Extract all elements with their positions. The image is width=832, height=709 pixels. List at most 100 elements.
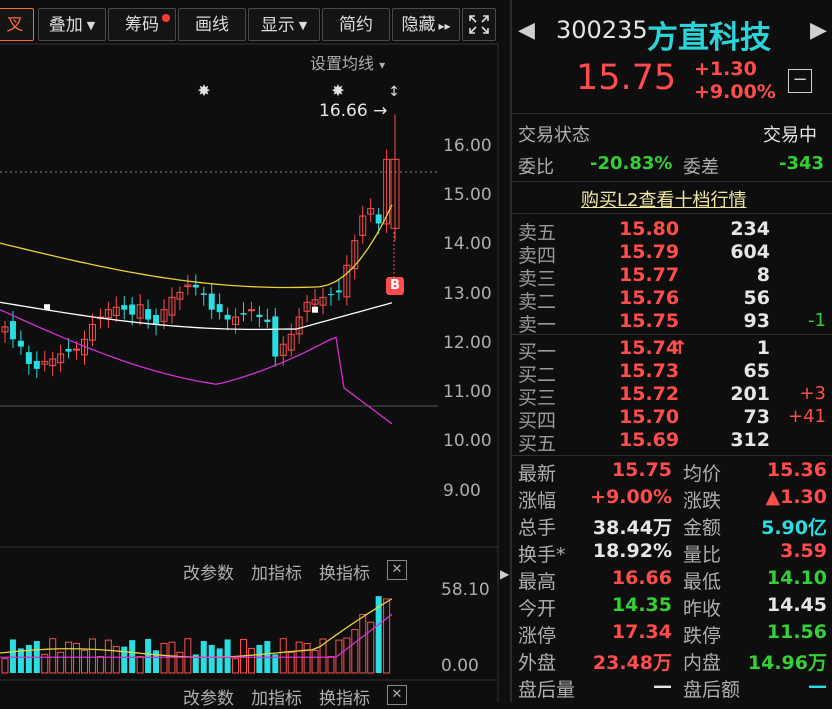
panel-collapse-handle[interactable]: ▶ (500, 560, 510, 588)
y-axis-tick: 9.00 (443, 481, 481, 501)
candle-body (200, 293, 207, 295)
volume-bar (145, 638, 152, 673)
close-icon: ✕ (391, 687, 403, 702)
switch-indicator-button-2[interactable]: 换指标 (319, 684, 370, 709)
buy-level-volume: 65 (743, 360, 770, 382)
boll-lower-line (0, 309, 393, 425)
next-stock-button[interactable]: ▶ (810, 18, 827, 43)
buy-signal-label: B (390, 278, 400, 293)
candle-body (17, 340, 24, 347)
switch-indicator-button[interactable]: 换指标 (319, 559, 370, 584)
kline-chart[interactable]: ✸ ✸ ↕ (0, 0, 512, 702)
status-label: 交易状态 (518, 125, 590, 146)
stat-value: 5.90亿 (761, 517, 827, 539)
candle-body (153, 314, 160, 325)
sell-level-change: -1 (808, 310, 826, 331)
buy-level-change: +41 (788, 406, 826, 427)
volume-bar (279, 638, 287, 674)
volume-bar (232, 658, 240, 674)
sell-level-volume: 93 (743, 310, 770, 332)
stat-label: 外盘 (518, 652, 557, 674)
candle-body (121, 305, 128, 310)
buy-level-price: 15.73 (619, 360, 680, 382)
stock-code: 300235 (556, 16, 648, 44)
volume-bar (104, 639, 112, 674)
ma-setting-label: 设置均线 (310, 54, 375, 73)
weicha-label: 委差 (683, 157, 719, 178)
stat-label: 量比 (683, 544, 722, 566)
candle-body (65, 348, 72, 352)
candle-body (33, 360, 40, 369)
volume-bar (343, 637, 351, 674)
volume-bar (160, 642, 168, 674)
candle-body (208, 293, 215, 310)
y-axis-tick: 10.00 (443, 431, 492, 451)
arrow-right-icon: → (373, 101, 388, 121)
weibi-value: -20.83% (590, 153, 673, 174)
stat-value: 14.35 (611, 594, 672, 616)
volume-bar (49, 638, 57, 674)
volume-bar (81, 649, 88, 674)
change-params-button[interactable]: 改参数 (183, 559, 234, 584)
stat-label: 总手 (518, 517, 557, 539)
prev-stock-button[interactable]: ◀ (518, 18, 535, 43)
volume-bar (287, 651, 295, 674)
stat-label: 内盘 (683, 652, 722, 674)
last-price: 15.75 (576, 58, 677, 98)
add-indicator-button-2[interactable]: 加指标 (251, 684, 302, 709)
stat-label: 盘后额 (683, 679, 741, 701)
volume-ma2-line (0, 613, 393, 658)
buy-level-price: 15.69 (619, 429, 680, 451)
minimize-button[interactable]: − (788, 69, 812, 93)
volume-ma-line (0, 598, 393, 658)
stat-value: 14.10 (766, 567, 827, 589)
stat-label: 换手* (518, 544, 566, 566)
ma-setting-button[interactable]: 设置均线 ▾ (310, 50, 385, 74)
sell-level-volume: 234 (730, 218, 770, 240)
candle-body (192, 284, 199, 288)
volume-bar (96, 656, 104, 674)
add-indicator-button[interactable]: 加指标 (251, 559, 302, 584)
stat-label: 涨停 (518, 625, 557, 647)
status-value: 交易中 (763, 125, 817, 146)
sell-level-price: 15.80 (619, 218, 680, 240)
change-params-button-2[interactable]: 改参数 (183, 684, 234, 709)
candle-body (335, 290, 342, 293)
close-indicator-button-2[interactable]: ✕ (387, 685, 407, 705)
buy-level-volume: 312 (730, 429, 770, 451)
buy-level-change: +3 (799, 383, 826, 404)
candle-body (73, 348, 81, 351)
stat-label: 跌停 (683, 625, 722, 647)
stat-label: 最高 (518, 571, 557, 593)
stat-value: — (653, 675, 672, 697)
stat-label: 均价 (683, 463, 722, 485)
volume-bar (25, 644, 32, 673)
volume-bar (17, 648, 24, 673)
high-price-marker: 16.66 → (319, 101, 387, 121)
chevron-right-icon: ▶ (500, 567, 510, 581)
candle-body (375, 214, 382, 224)
volume-bar (216, 648, 223, 673)
candle-body (9, 321, 16, 340)
buy-signal-badge[interactable]: B (386, 277, 404, 295)
stat-value: 16.66 (611, 567, 672, 589)
weicha-value: -343 (779, 153, 825, 174)
sell-level-volume: 56 (743, 287, 770, 309)
stat-value: 18.92% (592, 540, 672, 562)
volume-bar (303, 642, 311, 674)
volume-bar (129, 640, 136, 673)
stat-value: 17.34 (611, 621, 672, 643)
volume-max-tick: 58.10 (441, 580, 490, 600)
volume-bar (153, 650, 160, 673)
close-indicator-button[interactable]: ✕ (387, 560, 407, 580)
ma-line (0, 301, 393, 331)
stock-name: 方直科技 (647, 20, 771, 56)
candle-body (25, 352, 32, 364)
volume-bar (351, 628, 359, 674)
y-axis-tick: 13.00 (443, 284, 492, 304)
candle-body (240, 313, 247, 315)
l2-purchase-link[interactable]: 购买L2查看十档行情 (581, 186, 746, 212)
price-change: +1.30 (694, 58, 757, 80)
buy-level-volume: 73 (743, 406, 770, 428)
ma-marker (312, 306, 318, 313)
